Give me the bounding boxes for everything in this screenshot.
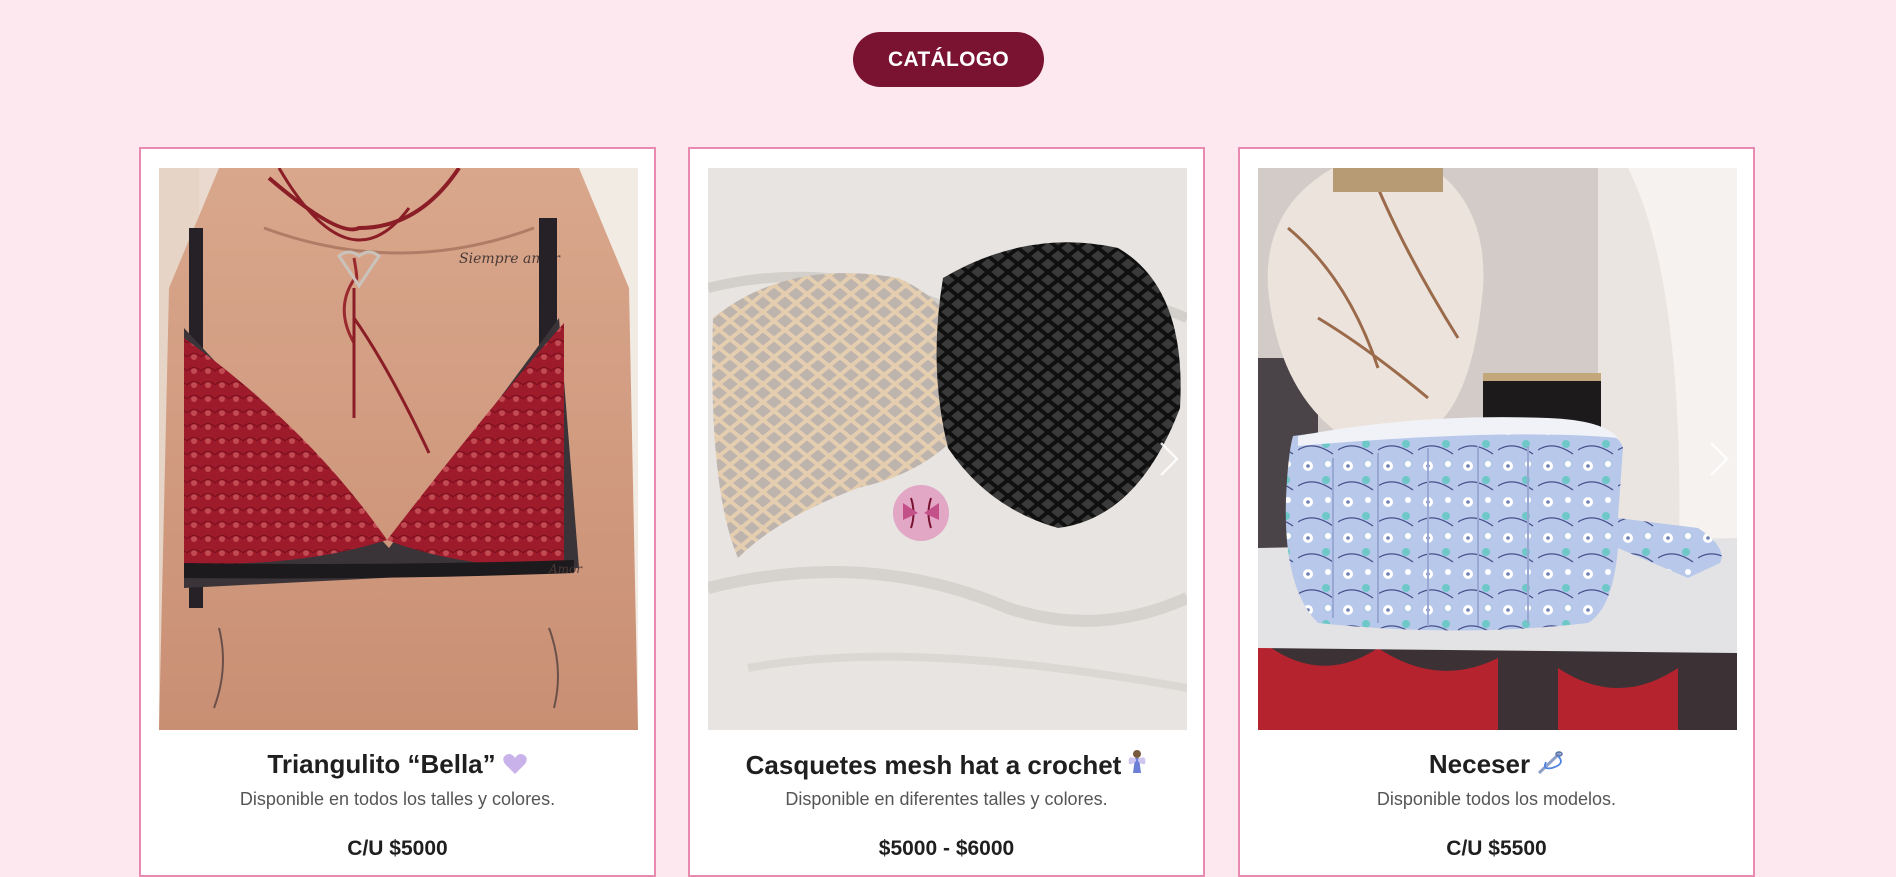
product-card-casquetes[interactable]: Casquetes mesh hat a crochet Disponible … [688, 147, 1205, 877]
product-title-text: Neceser [1428, 749, 1531, 779]
carousel-next-arrow-icon[interactable] [1157, 439, 1181, 479]
product-description: Disponible todos los modelos. [1376, 789, 1617, 809]
fairy-icon [1127, 749, 1147, 784]
product-price: $5000 - $6000 [878, 837, 1015, 860]
product-image-crochet-hats[interactable] [708, 168, 1187, 730]
carousel-next-arrow-icon[interactable] [1707, 439, 1731, 479]
product-title-text: Triangulito “Bella” [267, 749, 496, 779]
purple-heart-icon [502, 752, 528, 783]
product-card-neceser[interactable]: Neceser Disponible todos los modelos. C/… [1238, 147, 1755, 877]
product-title-text: Casquetes mesh hat a crochet [745, 750, 1122, 780]
product-title: Casquetes mesh hat a crochet [690, 749, 1203, 784]
product-image-toiletry-bag[interactable] [1258, 168, 1737, 730]
product-title: Triangulito “Bella” [141, 749, 654, 783]
sewing-needle-icon [1536, 750, 1564, 783]
product-price: C/U $5000 [347, 837, 448, 860]
product-description: Disponible en diferentes talles y colore… [785, 789, 1108, 809]
catalog-button[interactable]: CATÁLOGO [853, 32, 1044, 87]
product-price: C/U $5500 [1446, 837, 1547, 860]
svg-text:Amor: Amor [548, 562, 583, 576]
product-image-bralette[interactable]: Siempre amor Amor [159, 168, 638, 730]
product-description: Disponible en todos los talles y colores… [239, 789, 556, 809]
product-card-bella[interactable]: Siempre amor Amor Triangulito “Bella” Di… [139, 147, 656, 877]
product-title: Neceser [1240, 749, 1753, 783]
